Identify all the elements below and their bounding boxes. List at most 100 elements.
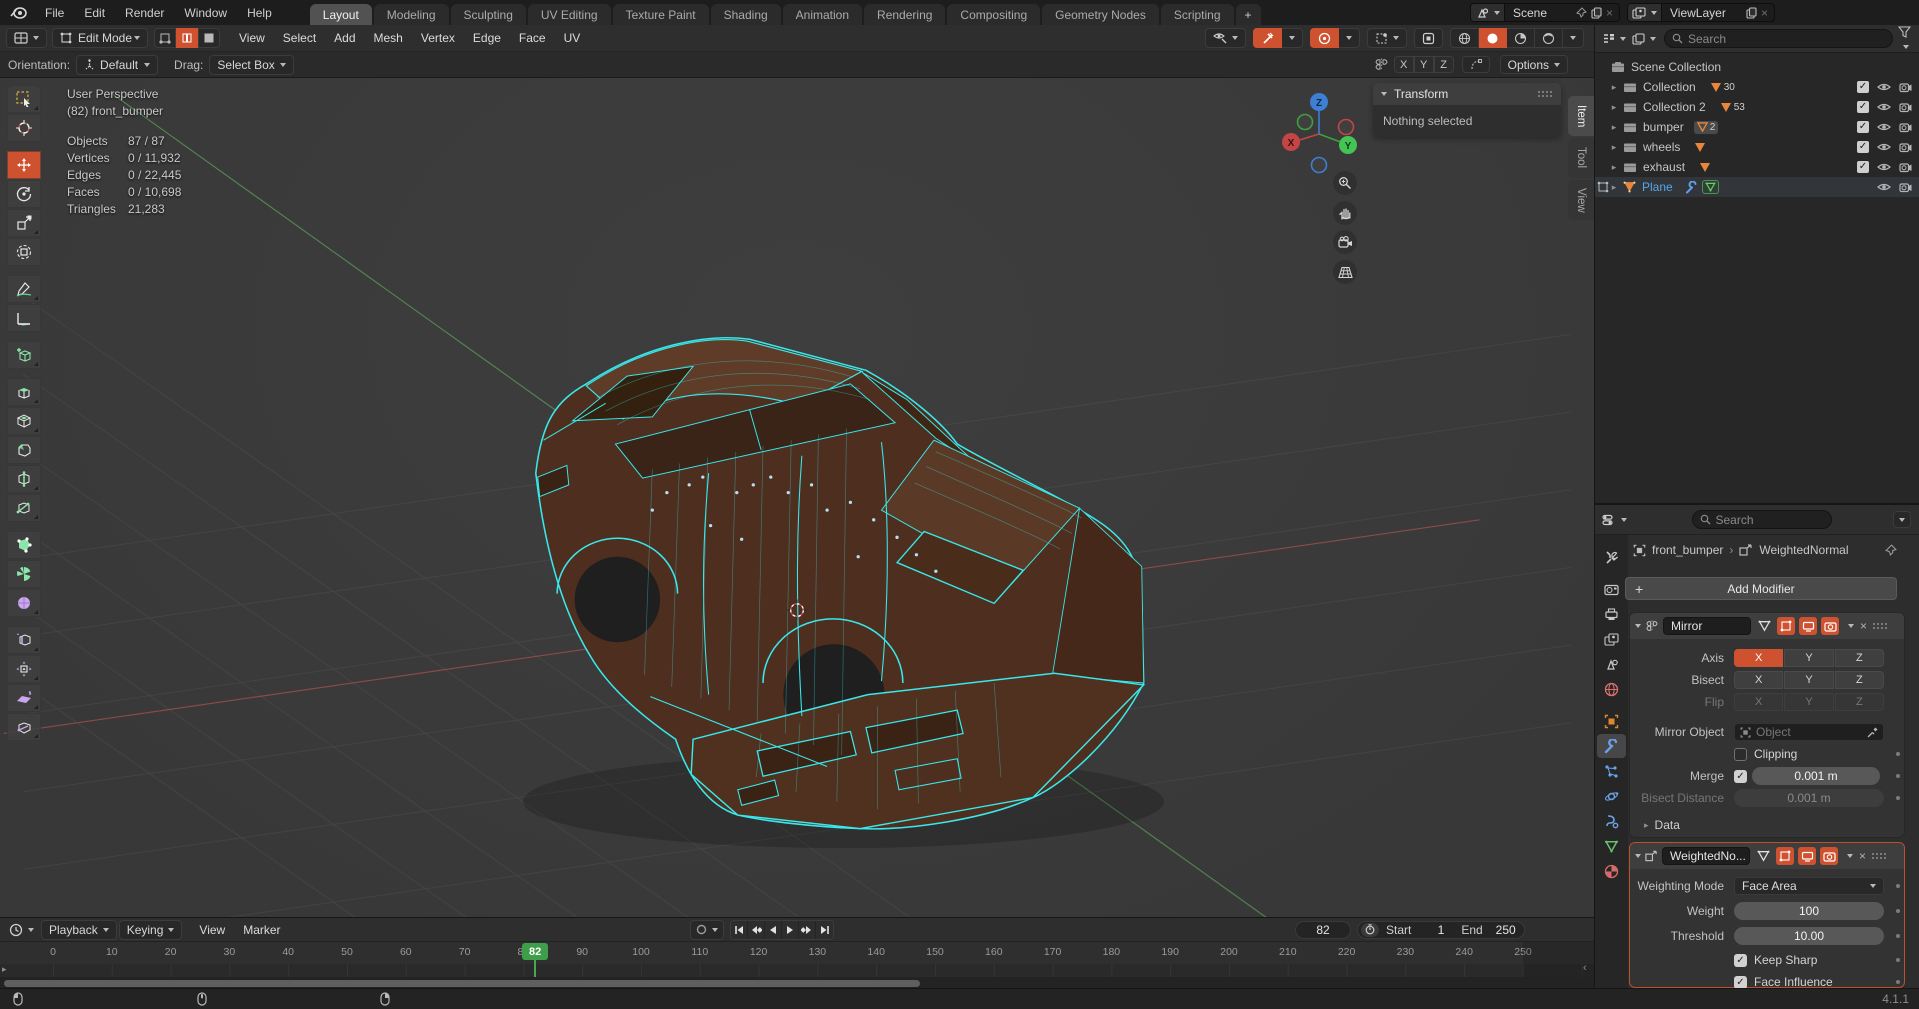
flip-x[interactable]: X bbox=[1734, 693, 1784, 711]
orientation-dropdown[interactable]: Default bbox=[76, 54, 159, 75]
menu-face[interactable]: Face bbox=[510, 31, 555, 45]
blender-logo-icon[interactable] bbox=[10, 6, 27, 19]
sidebar-tab-item[interactable]: Item bbox=[1568, 96, 1594, 136]
add-modifier-button[interactable]: + Add Modifier bbox=[1625, 577, 1897, 600]
eye-icon[interactable] bbox=[1877, 102, 1891, 112]
drag-dropdown[interactable]: Select Box bbox=[209, 54, 294, 75]
tool-select-box[interactable] bbox=[7, 85, 41, 113]
keying-dropdown[interactable]: Keying bbox=[118, 919, 183, 940]
mirror-panel-header[interactable]: Mirror × bbox=[1630, 613, 1904, 639]
outliner-row-exhaust[interactable]: ▸ exhaust ✓ bbox=[1595, 157, 1919, 177]
pin-icon[interactable] bbox=[1576, 7, 1587, 18]
end-frame-field[interactable]: 250 bbox=[1490, 923, 1516, 937]
eyedropper-icon[interactable] bbox=[1867, 727, 1878, 738]
merge-checkbox[interactable]: ✓ bbox=[1734, 769, 1747, 783]
close-icon[interactable]: × bbox=[1860, 619, 1867, 633]
breadcrumb-object[interactable]: front_bumper bbox=[1652, 543, 1723, 557]
camera-icon[interactable] bbox=[1899, 122, 1912, 133]
zoom-button[interactable] bbox=[1333, 171, 1357, 195]
outliner-search-input[interactable]: Search bbox=[1664, 29, 1893, 48]
outliner-row-bumper[interactable]: ▸ bumper 2 ✓ bbox=[1595, 117, 1919, 137]
shading-rendered-button[interactable] bbox=[1535, 28, 1563, 48]
close-icon[interactable]: × bbox=[1761, 6, 1768, 20]
collapse-icon[interactable] bbox=[1635, 854, 1641, 858]
outliner-display-mode-button[interactable] bbox=[1629, 29, 1659, 49]
expand-icon[interactable]: ▸ bbox=[1609, 182, 1619, 193]
playhead-line[interactable] bbox=[534, 958, 537, 977]
breadcrumb-modifier[interactable]: WeightedNormal bbox=[1759, 543, 1848, 557]
clipping-checkbox[interactable] bbox=[1734, 747, 1747, 761]
tab-tool[interactable] bbox=[1597, 545, 1626, 569]
new-viewlayer-icon[interactable] bbox=[1746, 6, 1757, 19]
exclude-checkbox[interactable]: ✓ bbox=[1857, 141, 1869, 153]
gizmo-z-negative[interactable] bbox=[1310, 156, 1328, 174]
tool-annotate[interactable] bbox=[7, 275, 41, 303]
stopwatch-icon[interactable] bbox=[1361, 922, 1379, 937]
properties-editor-type-button[interactable] bbox=[1599, 510, 1630, 530]
show-in-render-icon[interactable] bbox=[1821, 617, 1839, 635]
viewlayer-name[interactable]: ViewLayer bbox=[1662, 6, 1734, 20]
weighted-normal-panel-header[interactable]: WeightedNo... × bbox=[1630, 843, 1904, 869]
outliner-row-plane[interactable]: ▸ Plane bbox=[1595, 177, 1919, 197]
shading-material-button[interactable] bbox=[1507, 28, 1535, 48]
outliner-row-wheels[interactable]: ▸ wheels ✓ bbox=[1595, 137, 1919, 157]
camera-view-button[interactable] bbox=[1333, 230, 1357, 254]
menu-edge[interactable]: Edge bbox=[464, 31, 510, 45]
workspace-tab-modeling[interactable]: Modeling bbox=[373, 4, 449, 25]
camera-icon[interactable] bbox=[1899, 142, 1912, 153]
keep-sharp-checkbox[interactable]: ✓ bbox=[1734, 953, 1747, 967]
viewlayer-selector[interactable]: ViewLayer × bbox=[1627, 3, 1775, 22]
viewport-canvas[interactable]: User Perspective (82) front_bumper Objec… bbox=[0, 78, 1594, 917]
bisect-distance-field[interactable]: 0.001 m bbox=[1734, 789, 1884, 807]
scene-icon[interactable] bbox=[1471, 4, 1505, 21]
menu-timeline-marker[interactable]: Marker bbox=[234, 923, 289, 937]
threshold-field[interactable]: 10.00 bbox=[1734, 927, 1884, 945]
jump-to-next-keyframe-button[interactable] bbox=[799, 920, 816, 939]
eye-icon[interactable] bbox=[1877, 182, 1891, 192]
proportional-edit-dropdown[interactable] bbox=[1339, 28, 1360, 48]
drag-grip-icon[interactable] bbox=[1872, 852, 1887, 860]
drag-grip-icon[interactable] bbox=[1873, 622, 1888, 630]
proportional-edit-toggle[interactable] bbox=[1310, 28, 1339, 48]
extras-dropdown-icon[interactable] bbox=[1847, 854, 1853, 858]
close-icon[interactable]: × bbox=[1606, 6, 1613, 20]
camera-icon[interactable] bbox=[1899, 182, 1912, 193]
menu-timeline-view[interactable]: View bbox=[190, 923, 234, 937]
tab-world[interactable] bbox=[1597, 677, 1626, 701]
tab-render[interactable] bbox=[1597, 577, 1626, 601]
playback-dropdown[interactable]: Playback bbox=[41, 919, 117, 940]
workspace-tab-compositing[interactable]: Compositing bbox=[947, 4, 1041, 25]
timeline-ruler[interactable]: 0102030405060708090100110120130140150160… bbox=[0, 942, 1594, 964]
data-subpanel[interactable]: ▸ Data bbox=[1630, 816, 1906, 834]
timeline-horizontal-scrollbar[interactable] bbox=[4, 979, 920, 987]
menu-file[interactable]: File bbox=[35, 6, 74, 20]
tab-object[interactable] bbox=[1597, 709, 1626, 733]
exclude-checkbox[interactable]: ✓ bbox=[1857, 101, 1869, 113]
show-in-render-icon[interactable] bbox=[1820, 847, 1838, 865]
tool-inset-faces[interactable] bbox=[7, 407, 41, 435]
weighting-mode-dropdown[interactable]: Face Area bbox=[1734, 877, 1884, 895]
workspace-tab-scripting[interactable]: Scripting bbox=[1160, 4, 1234, 25]
show-in-editmode-icon[interactable] bbox=[1754, 847, 1772, 865]
tab-particles[interactable] bbox=[1597, 759, 1626, 783]
show-on-cage-icon[interactable] bbox=[1777, 617, 1795, 635]
camera-icon[interactable] bbox=[1899, 162, 1912, 173]
shading-dropdown[interactable] bbox=[1563, 28, 1584, 48]
close-icon[interactable]: × bbox=[1859, 849, 1866, 863]
flip-z[interactable]: Z bbox=[1834, 693, 1884, 711]
new-scene-icon[interactable] bbox=[1591, 6, 1602, 19]
properties-options-button[interactable] bbox=[1893, 511, 1911, 528]
shading-wireframe-button[interactable] bbox=[1450, 28, 1479, 48]
tab-view-layer[interactable] bbox=[1597, 627, 1626, 651]
tool-poly-build[interactable] bbox=[7, 531, 41, 559]
camera-icon[interactable] bbox=[1899, 82, 1912, 93]
play-reverse-button[interactable] bbox=[765, 920, 782, 939]
mirror-axis-x[interactable]: X bbox=[1734, 649, 1784, 667]
workspace-tab-rendering[interactable]: Rendering bbox=[864, 4, 946, 25]
falloff-button[interactable] bbox=[1461, 56, 1490, 73]
gizmos-dropdown[interactable] bbox=[1367, 28, 1407, 48]
bisect-y[interactable]: Y bbox=[1784, 671, 1834, 689]
mirror-z-toggle[interactable]: Z bbox=[1433, 56, 1454, 73]
snap-toggle[interactable] bbox=[1253, 28, 1282, 48]
timeline-frames-area[interactable] bbox=[0, 964, 1594, 977]
